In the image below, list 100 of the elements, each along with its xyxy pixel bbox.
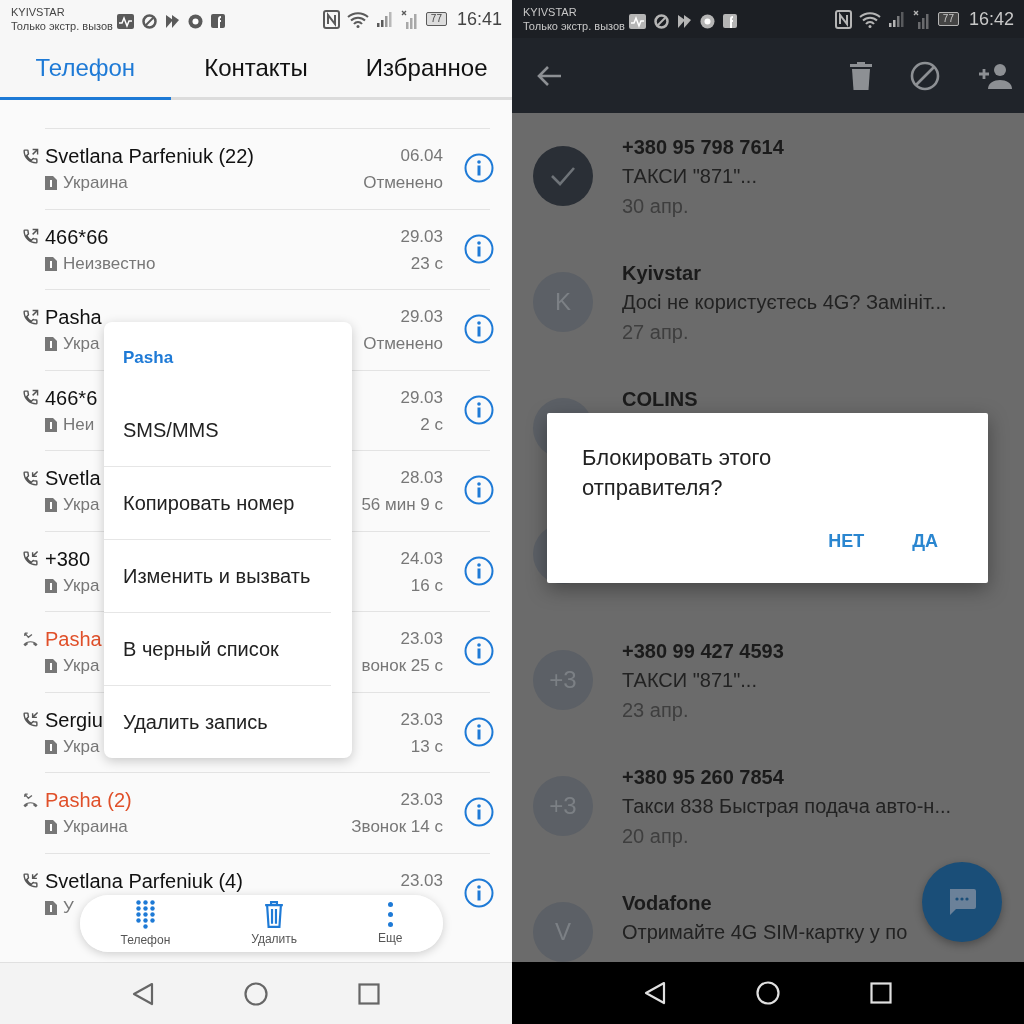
call-location: Укра xyxy=(63,656,100,676)
sender-name: Vodafone xyxy=(622,891,713,916)
status-time: 16:42 xyxy=(968,8,1014,30)
sim-card-icon xyxy=(45,337,57,351)
blocked-icon xyxy=(653,13,669,29)
caller-name: Pasha (2) xyxy=(45,788,132,813)
menu-item[interactable]: Копировать номер xyxy=(104,466,331,539)
info-icon[interactable] xyxy=(464,555,494,586)
carrier-name: KYIVSTAR xyxy=(523,5,578,19)
no-signal-icon xyxy=(912,9,931,29)
signal-icon xyxy=(887,11,906,27)
call-detail: 23 с xyxy=(409,252,443,275)
call-detail: 16 с xyxy=(409,574,443,597)
chat-icon xyxy=(947,887,977,917)
caller-name: 466*6 xyxy=(45,385,98,411)
menu-item[interactable]: SMS/MMS xyxy=(104,394,331,466)
menu-item[interactable]: Изменить и вызвать xyxy=(104,539,331,612)
square-logo-icon xyxy=(210,14,225,28)
network-status: Только экстр. вызов xyxy=(523,19,625,33)
missed-call-icon xyxy=(22,791,39,809)
outgoing-call-icon xyxy=(22,228,39,245)
caller-name: Svetla xyxy=(45,466,101,491)
dialog-button[interactable]: ДА xyxy=(902,523,948,560)
call-date: 29.03 xyxy=(400,386,443,409)
caller-name: Sergiu xyxy=(45,707,103,733)
call-date: 29.03 xyxy=(400,225,443,248)
info-icon[interactable] xyxy=(464,716,494,747)
info-icon[interactable] xyxy=(464,153,494,183)
browser-icon xyxy=(187,13,203,29)
info-icon[interactable] xyxy=(464,877,494,908)
add-person-icon[interactable] xyxy=(978,62,1012,89)
info-icon[interactable] xyxy=(464,797,494,827)
back-arrow-icon[interactable] xyxy=(536,64,562,87)
caller-name: Pasha xyxy=(45,627,102,652)
battery-indicator: 77 xyxy=(425,12,447,26)
info-icon[interactable] xyxy=(464,394,494,425)
action-button[interactable]: Удалить xyxy=(243,895,306,952)
caller-name: 466*66 xyxy=(45,224,109,250)
nfc-icon xyxy=(322,9,340,29)
call-location: Неизвестно xyxy=(63,253,156,274)
call-date: 06.04 xyxy=(399,145,443,167)
sender-name: +380 99 427 4593 xyxy=(622,639,784,664)
dialog-message: Блокировать этого отправителя? xyxy=(582,444,773,502)
message-preview: ТАКСИ "871"... xyxy=(622,164,758,189)
call-date: 24.03 xyxy=(400,547,443,570)
action-button[interactable]: Телефон xyxy=(112,895,179,952)
message-preview: Досі не користуєтесь 4G? Замініт... xyxy=(622,290,947,315)
caller-name: Svetlana Parfeniuk (22) xyxy=(45,144,254,169)
wifi-icon xyxy=(346,10,369,28)
call-detail: Звонок 14 с xyxy=(351,816,443,838)
blocked-icon xyxy=(141,13,157,29)
call-detail: Отменено xyxy=(363,172,443,194)
info-icon[interactable] xyxy=(464,636,494,666)
incoming-call-icon xyxy=(22,711,39,728)
outgoing-call-icon xyxy=(22,389,39,406)
message-preview: ТАКСИ "871"... xyxy=(622,668,758,693)
no-signal-icon xyxy=(400,9,419,29)
compose-button[interactable] xyxy=(922,862,1002,942)
call-detail: Отменено xyxy=(363,333,443,355)
sim-card-icon xyxy=(45,900,57,915)
sender-name: COLINS xyxy=(622,387,698,412)
caller-name: Pasha xyxy=(45,305,102,330)
sender-name: +380 95 260 7854 xyxy=(622,765,785,790)
block-icon[interactable] xyxy=(910,60,940,91)
network-status: Только экстр. вызов xyxy=(11,19,113,33)
wifi-icon xyxy=(858,10,881,28)
arrow-icon xyxy=(164,13,180,29)
call-date: 28.03 xyxy=(399,467,443,489)
dialog-button[interactable]: НЕТ xyxy=(818,523,875,560)
battery-indicator: 77 xyxy=(937,12,959,26)
call-location: Укра xyxy=(63,575,100,596)
sim-card-icon xyxy=(45,498,57,512)
incoming-call-icon xyxy=(22,872,39,889)
menu-item[interactable]: В черный список xyxy=(104,612,331,685)
call-location: Укра xyxy=(63,495,100,515)
sender-name: Kyivstar xyxy=(622,261,702,286)
sim-card-icon xyxy=(45,739,57,754)
call-detail: 13 с xyxy=(409,735,443,758)
sim-card-icon xyxy=(45,176,57,190)
message-preview: Такси 838 Быстрая подача авто-н... xyxy=(622,794,952,819)
call-detail: 2 с xyxy=(419,413,443,436)
arrow-icon xyxy=(676,13,692,29)
tab[interactable]: Избранное xyxy=(341,38,512,100)
action-button[interactable]: Еще xyxy=(370,895,411,952)
caller-name: Svetlana Parfeniuk (4) xyxy=(45,868,243,894)
tab[interactable]: Контакты xyxy=(170,38,342,100)
signal-icon xyxy=(375,11,394,27)
browser-icon xyxy=(699,13,715,29)
sender-name: +380 95 798 7614 xyxy=(622,135,784,160)
sim-card-icon xyxy=(45,417,57,432)
outgoing-call-icon xyxy=(22,147,39,165)
info-icon[interactable] xyxy=(464,233,494,264)
delete-icon[interactable] xyxy=(850,61,872,90)
dialpad-icon xyxy=(135,900,155,929)
menu-item[interactable]: Удалить запись xyxy=(104,685,331,758)
info-icon[interactable] xyxy=(464,475,494,505)
selected-avatar[interactable] xyxy=(533,146,593,206)
tab[interactable]: Телефон xyxy=(0,38,171,100)
menu-title: Pasha xyxy=(122,347,175,369)
info-icon[interactable] xyxy=(464,314,494,344)
